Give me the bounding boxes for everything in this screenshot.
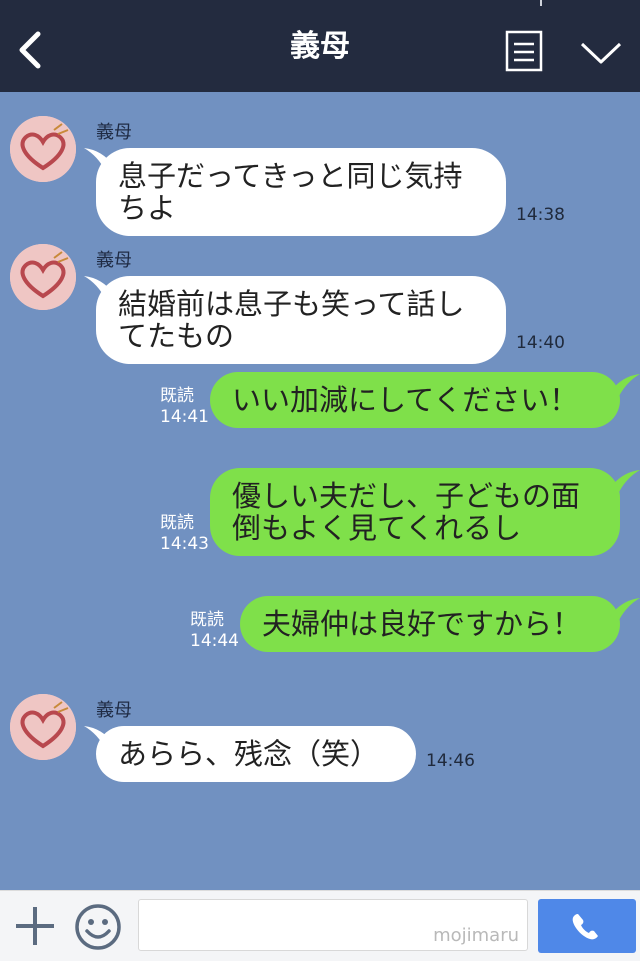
- plus-icon: [16, 907, 54, 945]
- read-receipt: 既読 14:44: [190, 610, 239, 652]
- read-label: 既読: [160, 513, 194, 533]
- notes-icon: [505, 30, 543, 72]
- bubble-tail: [610, 374, 640, 398]
- chat-title: 義母: [290, 29, 350, 64]
- chat-header: 義母: [0, 0, 640, 92]
- message-bubble[interactable]: 結婚前は息子も笑って話し てたもの: [96, 276, 506, 364]
- sender-name: 義母: [96, 700, 132, 721]
- avatar[interactable]: [10, 244, 76, 310]
- chat-area[interactable]: 義母 息子だってきっと同じ気持 ちよ 14:38 義母 結婚前は息子も笑って話し…: [0, 92, 640, 890]
- read-receipt: 既読 14:43: [160, 513, 209, 555]
- message-time: 14:41: [160, 407, 209, 427]
- phone-icon: [572, 914, 598, 940]
- message-time: 14:46: [426, 751, 475, 771]
- notes-button[interactable]: [505, 30, 543, 72]
- chevron-down-icon: [580, 42, 622, 64]
- message-bubble[interactable]: 夫婦仲は良好ですから！: [240, 596, 620, 652]
- message-input[interactable]: mojimaru: [138, 899, 528, 951]
- emoji-button[interactable]: [74, 903, 122, 951]
- avatar[interactable]: [10, 116, 76, 182]
- bubble-tail: [610, 598, 640, 622]
- read-label: 既読: [190, 610, 224, 630]
- heart-avatar-icon: [10, 116, 76, 182]
- smiley-icon: [75, 904, 121, 950]
- status-tick: [540, 0, 542, 6]
- input-bar: mojimaru: [0, 890, 640, 961]
- heart-avatar-icon: [10, 244, 76, 310]
- message-bubble[interactable]: いい加減にしてください！: [210, 372, 620, 428]
- message-time: 14:38: [516, 205, 565, 225]
- menu-toggle-button[interactable]: [578, 38, 624, 68]
- call-button[interactable]: [538, 899, 636, 953]
- avatar[interactable]: [10, 694, 76, 760]
- bubble-tail: [610, 470, 640, 494]
- attach-button[interactable]: [14, 905, 56, 947]
- message-bubble[interactable]: 優しい夫だし、子どもの面 倒もよく見てくれるし: [210, 468, 620, 556]
- sender-name: 義母: [96, 122, 132, 143]
- message-bubble[interactable]: あらら、残念（笑）: [96, 726, 416, 782]
- read-receipt: 既読 14:41: [160, 386, 209, 428]
- sender-name: 義母: [96, 250, 132, 271]
- message-time: 14:44: [190, 631, 239, 651]
- read-label: 既読: [160, 386, 194, 406]
- message-time: 14:40: [516, 333, 565, 353]
- message-bubble[interactable]: 息子だってきっと同じ気持 ちよ: [96, 148, 506, 236]
- watermark-text: mojimaru: [433, 925, 519, 946]
- heart-avatar-icon: [10, 694, 76, 760]
- message-time: 14:43: [160, 534, 209, 554]
